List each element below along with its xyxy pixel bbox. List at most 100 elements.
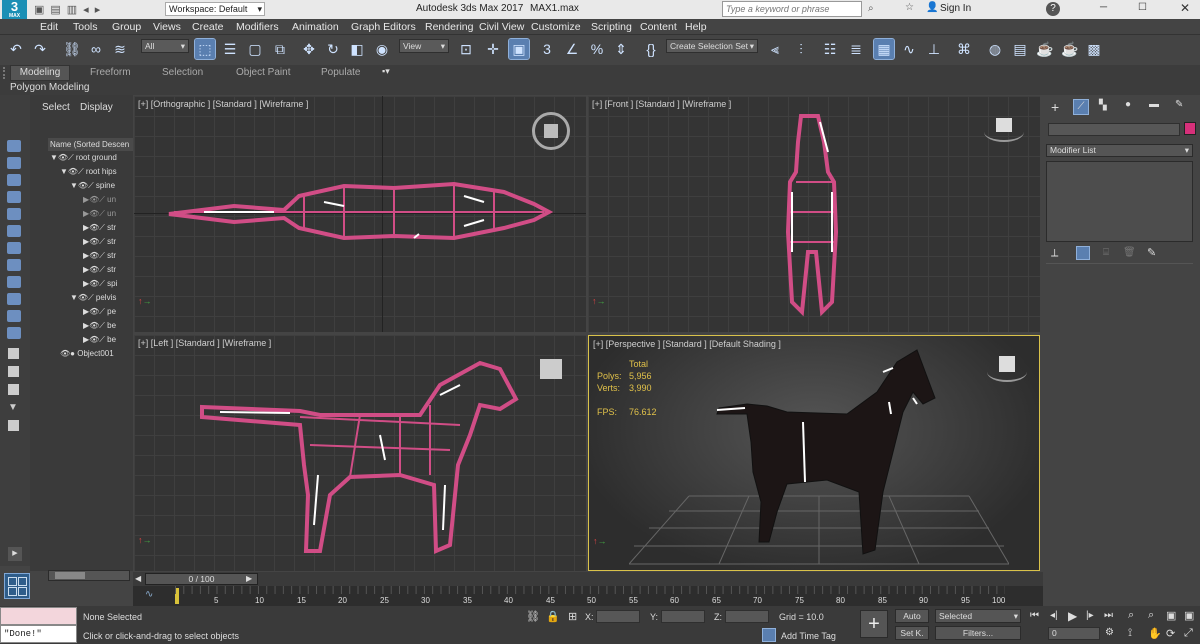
tree-row[interactable]: ▶👁⟋ str	[83, 223, 116, 236]
menu-scripting[interactable]: Scripting	[591, 21, 632, 33]
menu-rendering[interactable]: Rendering	[425, 21, 473, 33]
redo-icon[interactable]: ↷	[30, 39, 50, 59]
viewport-left[interactable]: [+] [Left ] [Standard ] [Wireframe ] ↑→	[134, 335, 586, 571]
dope-sheet-icon[interactable]: ⊥	[924, 39, 944, 59]
tree-row[interactable]: ▼👁⟋ pelvis	[70, 293, 116, 306]
filter-icon[interactable]: ▼	[8, 402, 18, 413]
menu-animation[interactable]: Animation	[292, 21, 339, 33]
snaps-toggle-icon[interactable]: 3	[537, 39, 557, 59]
layer-explorer-icon[interactable]: ≣	[846, 39, 866, 59]
viewport-label-front[interactable]: [+] [Front ] [Standard ] [Wireframe ]	[592, 99, 731, 109]
scene-explorer-icon[interactable]: ☷	[820, 39, 840, 59]
tree-row[interactable]: ▶👁⟋ str	[83, 265, 116, 278]
menu-help[interactable]: Help	[685, 21, 707, 33]
viewcube-icon[interactable]	[984, 118, 1024, 142]
rect-selection-icon[interactable]: ▢	[245, 39, 265, 59]
place-icon[interactable]: ◉	[372, 39, 392, 59]
minimize-button[interactable]: ─	[1100, 2, 1107, 13]
selection-lock-icon[interactable]: 🔒	[546, 610, 560, 623]
key-filters-button[interactable]: Filters...	[935, 626, 1021, 640]
help-icon[interactable]: ?	[1046, 2, 1060, 16]
sort-icon[interactable]	[8, 366, 19, 377]
show-end-result-icon[interactable]	[1076, 246, 1090, 260]
menu-edit[interactable]: Edit	[40, 21, 58, 33]
scene-scrollbar[interactable]	[48, 570, 130, 581]
link-icon[interactable]: ⛓	[62, 39, 82, 59]
quick-access-icons[interactable]: ▣▤▥◂▸	[34, 3, 106, 16]
go-to-start-icon[interactable]: ⏮	[1030, 610, 1039, 621]
material-editor-icon[interactable]: ◍	[985, 39, 1005, 59]
hierarchy-tab-icon[interactable]: ▚	[1099, 100, 1107, 111]
time-config-icon[interactable]: ⚙	[1105, 627, 1114, 638]
current-frame-field[interactable]: 0	[1048, 627, 1100, 640]
tree-row[interactable]: ▼👁⟋ spine	[70, 181, 115, 194]
menu-group[interactable]: Group	[112, 21, 141, 33]
scene-tab-select[interactable]: Select	[42, 102, 70, 113]
maximize-viewport-icon[interactable]: ⤢	[1184, 627, 1193, 640]
sign-in-link[interactable]: Sign In	[940, 3, 971, 14]
display-filter-icon[interactable]	[7, 140, 21, 152]
user-icon[interactable]: 👤	[926, 2, 938, 13]
object-color-swatch[interactable]	[1184, 122, 1196, 135]
bind-space-warp-icon[interactable]: ≋	[110, 39, 130, 59]
geometry-filter-icon[interactable]	[7, 157, 21, 169]
menu-views[interactable]: Views	[153, 21, 181, 33]
search-input[interactable]: Type a keyword or phrase	[722, 1, 862, 17]
keyboard-shortcut-override-icon[interactable]: ▣	[508, 38, 530, 60]
modify-tab-icon[interactable]: ⟋	[1073, 99, 1089, 115]
bone-filter-icon[interactable]	[7, 293, 21, 305]
modifier-stack[interactable]	[1046, 161, 1193, 242]
frozen-filter-icon[interactable]	[7, 327, 21, 339]
viewport-label-left[interactable]: [+] [Left ] [Standard ] [Wireframe ]	[138, 338, 271, 348]
shape-filter-icon[interactable]	[7, 174, 21, 186]
rendered-frame-window-icon[interactable]: ☕	[1035, 39, 1055, 59]
tree-row[interactable]: ▶👁⟋ str	[83, 251, 116, 264]
scene-tab-display[interactable]: Display	[80, 102, 113, 113]
mirror-icon[interactable]: ⫷	[765, 39, 785, 59]
curve-editor-icon[interactable]: ∿	[899, 39, 919, 59]
viewcube-icon[interactable]	[532, 112, 570, 150]
pan-icon[interactable]: ✋	[1148, 627, 1162, 640]
previous-frame-icon[interactable]: ◂|	[1050, 610, 1058, 621]
field-of-view-icon[interactable]: ⟟	[1128, 627, 1132, 640]
app-logo[interactable]: 3 MAX	[2, 0, 27, 19]
display-tab-icon[interactable]: ▬	[1149, 99, 1159, 110]
absolute-mode-icon[interactable]: ⊞	[568, 610, 577, 623]
toggle-ribbon-icon[interactable]: ▦	[873, 38, 895, 60]
time-tag-icon[interactable]	[762, 628, 776, 642]
spacewarp-filter-icon[interactable]	[7, 242, 21, 254]
utilities-tab-icon[interactable]: ✎	[1175, 99, 1183, 110]
scale-icon[interactable]: ◧	[347, 39, 367, 59]
tree-row[interactable]: ▶👁⟋ spi	[83, 279, 117, 292]
tree-row[interactable]: ▶👁⟋ un	[83, 195, 116, 208]
maximize-button[interactable]: ☐	[1138, 2, 1147, 13]
y-coordinate-field[interactable]	[661, 610, 705, 623]
viewport-perspective[interactable]: [+] [Perspective ] [Standard ] [Default …	[588, 335, 1040, 571]
undo-icon[interactable]: ↶	[6, 39, 26, 59]
reference-coord-dropdown[interactable]: View ▾	[399, 39, 449, 53]
create-tab-icon[interactable]: +	[1051, 99, 1059, 115]
viewport-front[interactable]: [+] [Front ] [Standard ] [Wireframe ] ↑→	[588, 96, 1040, 332]
menu-graph-editors[interactable]: Graph Editors	[351, 21, 416, 33]
ribbon-options-icon[interactable]: ▪▾	[382, 66, 390, 77]
layer-icon[interactable]	[8, 348, 19, 359]
zoom-icon[interactable]: ⌕	[1128, 609, 1134, 622]
tree-row[interactable]: ▶👁⟋ be	[83, 321, 116, 334]
tree-row[interactable]: ▶👁⟋ un	[83, 209, 116, 222]
tab-selection[interactable]: Selection	[162, 67, 203, 78]
menu-create[interactable]: Create	[192, 21, 224, 33]
menu-tools[interactable]: Tools	[73, 21, 98, 33]
tab-object-paint[interactable]: Object Paint	[236, 67, 290, 78]
curve-editor-mini-icon[interactable]: ∿	[145, 589, 153, 600]
tree-row[interactable]: ▼👁⟋ root hips	[60, 167, 117, 180]
render-in-cloud-icon[interactable]: ▩	[1084, 39, 1104, 59]
play-icon[interactable]: ▶	[1068, 609, 1077, 623]
configure-modifier-sets-icon[interactable]: ✎	[1147, 246, 1156, 259]
pin-stack-icon[interactable]: ⟂	[1051, 247, 1058, 260]
render-setup-icon[interactable]: ▤	[1010, 39, 1030, 59]
named-selection-dropdown[interactable]: Create Selection Set ▾	[666, 39, 758, 53]
viewcube-icon[interactable]	[987, 356, 1027, 382]
align-icon[interactable]: ⫶	[791, 39, 811, 59]
set-key-big-icon[interactable]: +	[860, 610, 888, 638]
tree-row[interactable]: ▶👁⟋ pe	[83, 307, 116, 320]
